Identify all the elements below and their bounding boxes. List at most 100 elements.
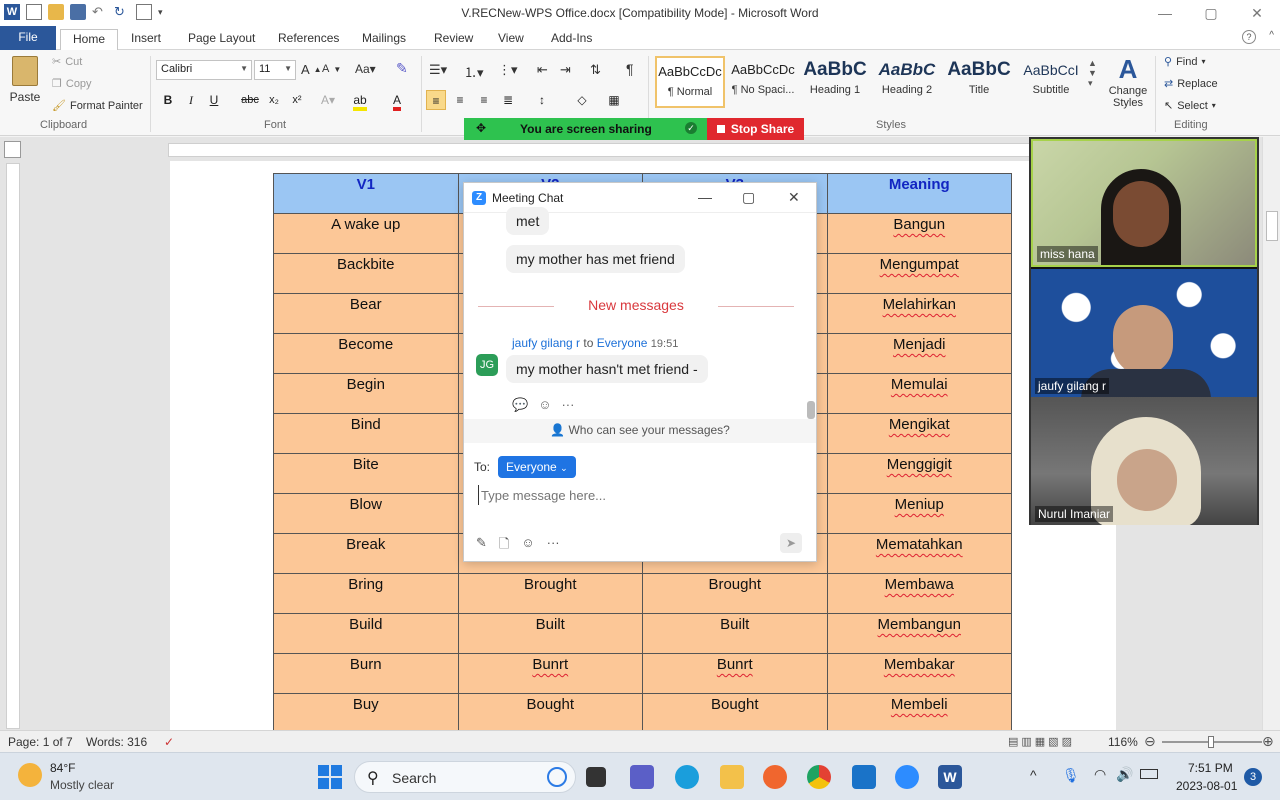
wifi-icon[interactable]: ◠ (1094, 766, 1106, 783)
maximize-icon[interactable]: ▢ (742, 189, 755, 206)
table-cell[interactable]: Bunrt (457, 653, 643, 694)
close-button[interactable]: ✕ (1234, 0, 1280, 26)
table-cell[interactable]: Membeli (826, 693, 1012, 730)
table-cell[interactable]: Buy (273, 693, 459, 730)
tab-mailings[interactable]: Mailings (362, 29, 406, 50)
font-size-select[interactable]: 11 ▼ (254, 60, 296, 80)
who-can-see-link[interactable]: 👤 Who can see your messages? (464, 419, 816, 443)
view-buttons[interactable]: ▤▥▦▧▨ (1008, 735, 1075, 748)
table-cell[interactable]: Build (273, 613, 459, 654)
table-cell[interactable]: Bear (273, 293, 459, 334)
format-text-icon[interactable]: ✎ (476, 535, 487, 557)
recipient-dropdown[interactable]: Everyone ⌄ (498, 456, 576, 478)
style-heading-1[interactable]: AaBbC Heading 1 (800, 56, 870, 108)
style-heading-2[interactable]: AaBbC Heading 2 (872, 56, 942, 108)
bold-button[interactable]: B (158, 90, 178, 110)
styles-scroll-buttons[interactable]: ▲ ▼ ▾ (1088, 58, 1097, 89)
table-cell[interactable]: Brought (642, 573, 828, 614)
table-cell[interactable]: Backbite (273, 253, 459, 294)
align-left-button[interactable]: ≡ (426, 90, 446, 110)
zoom-slider-thumb[interactable] (1208, 736, 1214, 748)
copy-button[interactable]: ❐ Copy (52, 77, 92, 91)
weather-widget[interactable]: 84°F Mostly clear (16, 759, 156, 795)
increase-indent-button[interactable]: ⇥ (560, 62, 571, 78)
recipient-name[interactable]: Everyone (597, 336, 648, 350)
chat-message-input[interactable] (478, 485, 798, 505)
scrollbar-thumb[interactable] (1266, 211, 1278, 241)
help-icon[interactable]: ? (1242, 30, 1256, 44)
table-cell[interactable]: Burn (273, 653, 459, 694)
collapse-ribbon-icon[interactable]: ^ (1269, 30, 1274, 41)
align-center-button[interactable]: ≡ (450, 90, 470, 110)
chat-scrollbar-thumb[interactable] (807, 401, 815, 419)
table-cell[interactable]: Mengikat (826, 413, 1012, 454)
zoom-in-icon[interactable]: ⊕ (1262, 733, 1274, 750)
tab-page-layout[interactable]: Page Layout (188, 29, 255, 50)
word-count[interactable]: Words: 316 (86, 735, 147, 749)
table-cell[interactable]: Mematahkan (826, 533, 1012, 574)
justify-button[interactable]: ≣ (498, 90, 518, 110)
close-icon[interactable]: ✕ (788, 189, 800, 206)
table-cell[interactable]: Bunrt (642, 653, 828, 694)
zoom-slider[interactable] (1162, 736, 1262, 748)
text-effects-button[interactable]: A▾ (318, 90, 338, 110)
highlight-color-button[interactable]: ab (350, 90, 370, 111)
document-scrollbar[interactable] (1262, 137, 1280, 730)
ruler-toggle-icon[interactable] (4, 141, 21, 158)
mail-icon[interactable] (852, 765, 876, 789)
table-cell[interactable]: Membakar (826, 653, 1012, 694)
clock-date[interactable]: 2023-08-01 (1176, 779, 1237, 793)
underline-button[interactable]: U (204, 90, 224, 110)
bullets-button[interactable]: ☰▾ (429, 62, 447, 78)
table-cell[interactable]: Meniup (826, 493, 1012, 534)
table-cell[interactable]: Bought (642, 693, 828, 730)
table-cell[interactable]: Menggigit (826, 453, 1012, 494)
tab-insert[interactable]: Insert (131, 29, 161, 50)
table-cell[interactable]: Become (273, 333, 459, 374)
table-cell[interactable]: Brought (457, 573, 643, 614)
table-cell[interactable]: Blow (273, 493, 459, 534)
chrome-icon[interactable] (807, 765, 831, 789)
page-count[interactable]: Page: 1 of 7 (8, 735, 73, 749)
table-cell[interactable]: Bind (273, 413, 459, 454)
file-explorer-icon[interactable] (720, 765, 744, 789)
chat-message-bubble[interactable]: met (506, 207, 550, 235)
table-cell[interactable]: Mengumpat (826, 253, 1012, 294)
word-icon[interactable]: W (938, 765, 962, 789)
superscript-button[interactable]: x² (287, 90, 307, 110)
more-icon[interactable]: ··· (547, 535, 560, 557)
table-cell[interactable]: Membawa (826, 573, 1012, 614)
volume-icon[interactable]: 🔊 (1116, 766, 1133, 783)
table-cell[interactable]: Bangun (826, 213, 1012, 254)
table-cell[interactable]: A wake up (273, 213, 459, 254)
minimize-button[interactable]: — (1142, 0, 1188, 26)
tab-add-ins[interactable]: Add-Ins (551, 29, 592, 50)
style-normal[interactable]: AaBbCcDc ¶ Normal (655, 56, 725, 108)
edge-icon[interactable] (675, 765, 699, 789)
emoji-icon[interactable]: ☺ (521, 535, 534, 557)
table-cell[interactable]: Built (642, 613, 828, 654)
italic-button[interactable]: I (181, 90, 201, 110)
table-cell[interactable]: Membangun (826, 613, 1012, 654)
taskbar-search[interactable]: ⚲ Search (354, 761, 576, 793)
tray-chevron-icon[interactable]: ^ (1030, 767, 1037, 783)
show-marks-button[interactable]: ¶ (626, 61, 634, 77)
chat-message-bubble[interactable]: my mother has met friend (506, 245, 685, 273)
video-tile-miss-hana[interactable]: miss hana (1031, 139, 1257, 267)
subscript-button[interactable]: x₂ (264, 90, 284, 110)
table-cell[interactable]: Bought (457, 693, 643, 730)
cut-button[interactable]: ✂ Cut (52, 55, 82, 69)
vertical-ruler[interactable] (6, 163, 20, 729)
font-color-button[interactable]: A (387, 90, 407, 111)
send-button[interactable]: ➤ (780, 533, 802, 553)
battery-icon[interactable] (1140, 769, 1158, 779)
firefox-icon[interactable] (763, 765, 787, 789)
minimize-icon[interactable]: — (698, 189, 712, 205)
video-tile-jaufy[interactable]: jaufy gilang r (1031, 269, 1257, 397)
table-cell[interactable]: Menjadi (826, 333, 1012, 374)
change-case-button[interactable]: Aa▾ (355, 62, 376, 76)
table-cell[interactable]: Memulai (826, 373, 1012, 414)
shrink-font-button[interactable]: A ▼ (322, 63, 341, 75)
tab-file[interactable]: File (0, 26, 56, 50)
font-family-select[interactable]: Calibri ▼ (156, 60, 252, 80)
